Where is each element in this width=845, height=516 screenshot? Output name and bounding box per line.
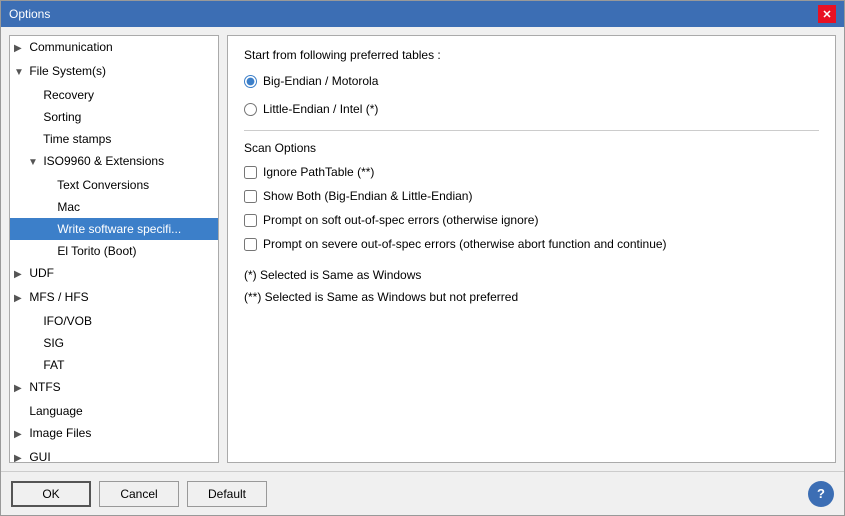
tree-item-communication[interactable]: ▶ Communication [10, 36, 218, 60]
divider [244, 130, 819, 131]
expand-icon: ▶ [14, 266, 26, 284]
tree-item-fat[interactable]: FAT [10, 354, 218, 376]
tree-item-udf[interactable]: ▶ UDF [10, 262, 218, 286]
little-endian-label: Little-Endian / Intel (*) [263, 102, 378, 116]
main-area: ▶ Communication▼ File System(s) Recovery… [1, 27, 844, 471]
tree-label-udf: UDF [26, 266, 54, 280]
tree-label-gui: GUI [26, 450, 51, 463]
tree-label-fat: FAT [40, 358, 64, 372]
tree-label-mac: Mac [54, 200, 80, 214]
checkbox-prompt-severe[interactable] [244, 238, 257, 251]
tree-item-ifovob[interactable]: IFO/VOB [10, 310, 218, 332]
tree-item-iso9960[interactable]: ▼ ISO9960 & Extensions [10, 150, 218, 174]
expand-icon: ▶ [14, 290, 26, 308]
help-button[interactable]: ? [808, 481, 834, 507]
checkbox-ignore-path[interactable] [244, 166, 257, 179]
expand-icon: ▶ [14, 380, 26, 398]
endian-radio-group: Big-Endian / Motorola Little-Endian / In… [244, 74, 819, 116]
tree-item-ntfs[interactable]: ▶ NTFS [10, 376, 218, 400]
cancel-button[interactable]: Cancel [99, 481, 179, 507]
tree-label-communication: Communication [26, 40, 113, 54]
little-endian-radio[interactable] [244, 103, 257, 116]
default-button[interactable]: Default [187, 481, 267, 507]
tree-item-recovery[interactable]: Recovery [10, 84, 218, 106]
big-endian-option[interactable]: Big-Endian / Motorola [244, 74, 819, 88]
tree-label-timestamps: Time stamps [40, 132, 111, 146]
checkbox-item-show-both[interactable]: Show Both (Big-Endian & Little-Endian) [244, 189, 819, 203]
expand-icon: ▶ [14, 40, 26, 58]
options-dialog: Options ✕ ▶ Communication▼ File System(s… [0, 0, 845, 516]
bottom-bar: OK Cancel Default ? [1, 471, 844, 515]
checkbox-item-ignore-path[interactable]: Ignore PathTable (**) [244, 165, 819, 179]
checkbox-item-prompt-severe[interactable]: Prompt on severe out-of-spec errors (oth… [244, 237, 819, 251]
dialog-buttons: OK Cancel Default [11, 481, 267, 507]
tree-label-imagefiles: Image Files [26, 426, 91, 440]
tree-label-sig: SIG [40, 336, 64, 350]
title-bar: Options ✕ [1, 1, 844, 27]
tree-label-recovery: Recovery [40, 88, 94, 102]
tree-label-ntfs: NTFS [26, 380, 61, 394]
footnote1: (*) Selected is Same as Windows [244, 265, 819, 287]
expand-icon: ▶ [14, 450, 26, 463]
tree-label-mfshfs: MFS / HFS [26, 290, 89, 304]
expand-icon: ▼ [14, 64, 26, 82]
tree-item-eltorito[interactable]: El Torito (Boot) [10, 240, 218, 262]
tree-item-imagefiles[interactable]: ▶ Image Files [10, 422, 218, 446]
tree-label-textconversions: Text Conversions [54, 178, 149, 192]
close-button[interactable]: ✕ [818, 5, 836, 23]
little-endian-option[interactable]: Little-Endian / Intel (*) [244, 102, 819, 116]
expand-icon: ▶ [14, 426, 26, 444]
tree-label-language: Language [26, 404, 83, 418]
tree-label-iso9960: ISO9960 & Extensions [40, 154, 164, 168]
expand-icon: ▼ [28, 154, 40, 172]
tree-scroll: ▶ Communication▼ File System(s) Recovery… [10, 36, 218, 463]
checkbox-label-prompt-severe: Prompt on severe out-of-spec errors (oth… [263, 237, 667, 251]
checkbox-prompt-soft[interactable] [244, 214, 257, 227]
preferred-tables-title: Start from following preferred tables : [244, 48, 819, 62]
tree-panel: ▶ Communication▼ File System(s) Recovery… [9, 35, 219, 463]
scan-checkboxes: Ignore PathTable (**) Show Both (Big-Endi… [244, 165, 819, 251]
tree-label-ifovob: IFO/VOB [40, 314, 92, 328]
scan-options-title: Scan Options [244, 141, 819, 155]
tree-label-sorting: Sorting [40, 110, 81, 124]
tree-item-language[interactable]: Language [10, 400, 218, 422]
tree-item-filesystem[interactable]: ▼ File System(s) [10, 60, 218, 84]
footnote2: (**) Selected is Same as Windows but not… [244, 287, 819, 309]
right-panel: Start from following preferred tables : … [227, 35, 836, 463]
ok-button[interactable]: OK [11, 481, 91, 507]
tree-item-gui[interactable]: ▶ GUI [10, 446, 218, 463]
tree-label-eltorito: El Torito (Boot) [54, 244, 136, 258]
big-endian-radio[interactable] [244, 75, 257, 88]
tree-item-writesoftware[interactable]: Write software specifi... [10, 218, 218, 240]
big-endian-label: Big-Endian / Motorola [263, 74, 378, 88]
tree-item-textconversions[interactable]: Text Conversions [10, 174, 218, 196]
tree-item-timestamps[interactable]: Time stamps [10, 128, 218, 150]
checkbox-label-show-both: Show Both (Big-Endian & Little-Endian) [263, 189, 472, 203]
checkbox-label-prompt-soft: Prompt on soft out-of-spec errors (other… [263, 213, 538, 227]
tree-item-mac[interactable]: Mac [10, 196, 218, 218]
dialog-title: Options [9, 7, 50, 21]
tree-label-writesoftware: Write software specifi... [54, 222, 181, 236]
checkbox-item-prompt-soft[interactable]: Prompt on soft out-of-spec errors (other… [244, 213, 819, 227]
tree-item-sig[interactable]: SIG [10, 332, 218, 354]
tree-item-mfshfs[interactable]: ▶ MFS / HFS [10, 286, 218, 310]
footnotes: (*) Selected is Same as Windows (**) Sel… [244, 265, 819, 308]
tree-label-filesystem: File System(s) [26, 64, 106, 78]
checkbox-label-ignore-path: Ignore PathTable (**) [263, 165, 374, 179]
checkbox-show-both[interactable] [244, 190, 257, 203]
tree-item-sorting[interactable]: Sorting [10, 106, 218, 128]
